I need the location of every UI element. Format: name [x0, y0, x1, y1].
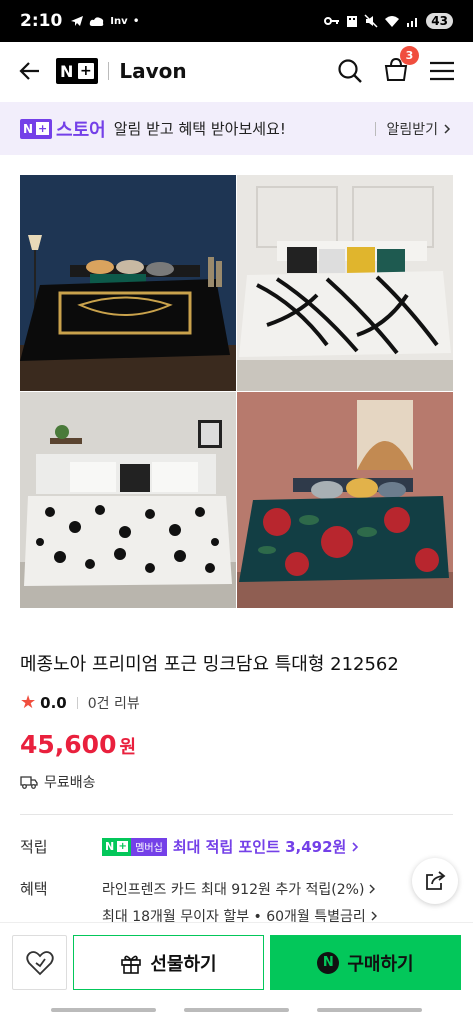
buy-button[interactable]: N 구매하기 — [270, 935, 461, 990]
status-bar: 2:10 Inv • 43 — [0, 0, 473, 42]
gesture-nav-bar — [0, 1008, 473, 1020]
chevron-right-icon — [371, 911, 377, 921]
battery-level: 43 — [426, 13, 453, 29]
leopard-bedroom-image — [20, 392, 236, 608]
max-points-text: 최대 적립 포인트 3,492원 — [172, 838, 347, 856]
chevron-right-icon — [352, 841, 359, 852]
chevron-right-icon — [444, 123, 451, 134]
wishlist-button[interactable] — [12, 935, 67, 990]
back-arrow-icon — [19, 62, 39, 80]
subscribe-alert-button[interactable]: 알림받기 — [375, 119, 453, 139]
gift-icon — [121, 955, 142, 974]
building-icon — [347, 16, 358, 27]
bottom-action-bar: 선물하기 N 구매하기 — [0, 922, 473, 1002]
shipping-info: 무료배송 — [20, 772, 96, 792]
banner-message: 알림 받고 혜택 받아보세요! — [113, 120, 286, 138]
store-name[interactable]: Lavon — [119, 59, 186, 83]
mute-icon — [364, 14, 378, 28]
truck-icon — [20, 776, 38, 789]
palm-bedroom-image — [237, 175, 453, 391]
points-row[interactable]: 적립 N + 멤버십 최대 적립 포인트 3,492원 — [20, 836, 361, 857]
inv-icon: Inv — [110, 15, 128, 27]
share-icon — [426, 871, 446, 890]
dot-icon: • — [132, 14, 140, 28]
header-divider — [108, 62, 110, 80]
rose-bedroom-image — [237, 392, 453, 608]
signal-icon — [407, 18, 418, 27]
menu-icon[interactable] — [429, 60, 455, 82]
image-tile-navy-bedroom — [20, 175, 236, 391]
banner-store-label: 스토어 — [56, 119, 106, 141]
cloud-icon — [90, 17, 104, 26]
product-image[interactable] — [20, 175, 453, 608]
gift-button-label: 선물하기 — [150, 953, 217, 975]
rating-divider — [76, 696, 78, 709]
membership-badge: N + 멤버십 — [102, 837, 167, 856]
naver-plus-store-logo: N + 스토어 — [20, 116, 106, 142]
status-time: 2:10 — [20, 11, 63, 31]
naver-plus-logo[interactable]: N + — [56, 58, 99, 84]
back-button[interactable] — [18, 59, 42, 83]
search-icon[interactable] — [337, 58, 363, 84]
shipping-label: 무료배송 — [44, 775, 96, 791]
price-value: 45,600 — [20, 730, 117, 759]
image-tile-leopard-bedroom — [20, 392, 236, 608]
rating-score: 0.0 — [40, 693, 67, 712]
price-unit: 원 — [119, 737, 137, 758]
key-icon — [324, 17, 340, 25]
benefit-row[interactable]: 혜택 라인프렌즈 카드 최대 912원 추가 적립(2%) — [20, 878, 378, 899]
image-tile-palm-bedroom — [237, 175, 453, 391]
chevron-right-icon — [369, 884, 376, 893]
rating-row[interactable]: ★ 0.0 0건 리뷰 — [20, 692, 140, 713]
cart-count-badge: 3 — [400, 46, 419, 65]
system-icons: 43 — [324, 13, 453, 29]
product-price: 45,600 원 — [20, 730, 136, 759]
points-label: 적립 — [20, 838, 48, 856]
card-benefit-text: 라인프렌즈 카드 최대 912원 추가 적립(2%) — [102, 881, 365, 898]
banner-np-logo: N + — [20, 118, 53, 139]
wifi-icon — [385, 15, 400, 27]
membership-np-logo: N + — [102, 837, 132, 856]
nav-hint-right — [317, 1008, 422, 1012]
gift-button[interactable]: 선물하기 — [73, 935, 264, 990]
share-button[interactable] — [412, 858, 458, 904]
subscribe-alert-label: 알림받기 — [386, 121, 438, 138]
section-divider — [20, 814, 453, 815]
image-tile-rose-bedroom — [237, 392, 453, 608]
app-header: N + Lavon 3 — [0, 42, 473, 100]
membership-badge-label: 멤버십 — [131, 837, 167, 856]
nav-hint-center — [184, 1008, 289, 1012]
buy-button-label: 구매하기 — [347, 953, 414, 975]
notification-banner[interactable]: N + 스토어 알림 받고 혜택 받아보세요! 알림받기 — [0, 102, 473, 155]
navy-bedroom-image — [20, 175, 236, 391]
star-icon: ★ — [20, 692, 37, 713]
naver-pay-icon: N — [317, 951, 340, 974]
benefit-label: 혜택 — [20, 880, 48, 898]
cart-button[interactable]: 3 — [383, 46, 419, 86]
notification-icons: Inv • — [70, 14, 140, 28]
heart-icon — [25, 950, 54, 975]
header-actions: 3 — [337, 46, 455, 86]
nav-hint-left — [51, 1008, 156, 1012]
telegram-icon — [71, 16, 84, 26]
review-count[interactable]: 0건 리뷰 — [88, 693, 140, 713]
product-title: 메종노아 프리미엄 포근 밍크담요 특대형 212562 — [20, 654, 399, 675]
